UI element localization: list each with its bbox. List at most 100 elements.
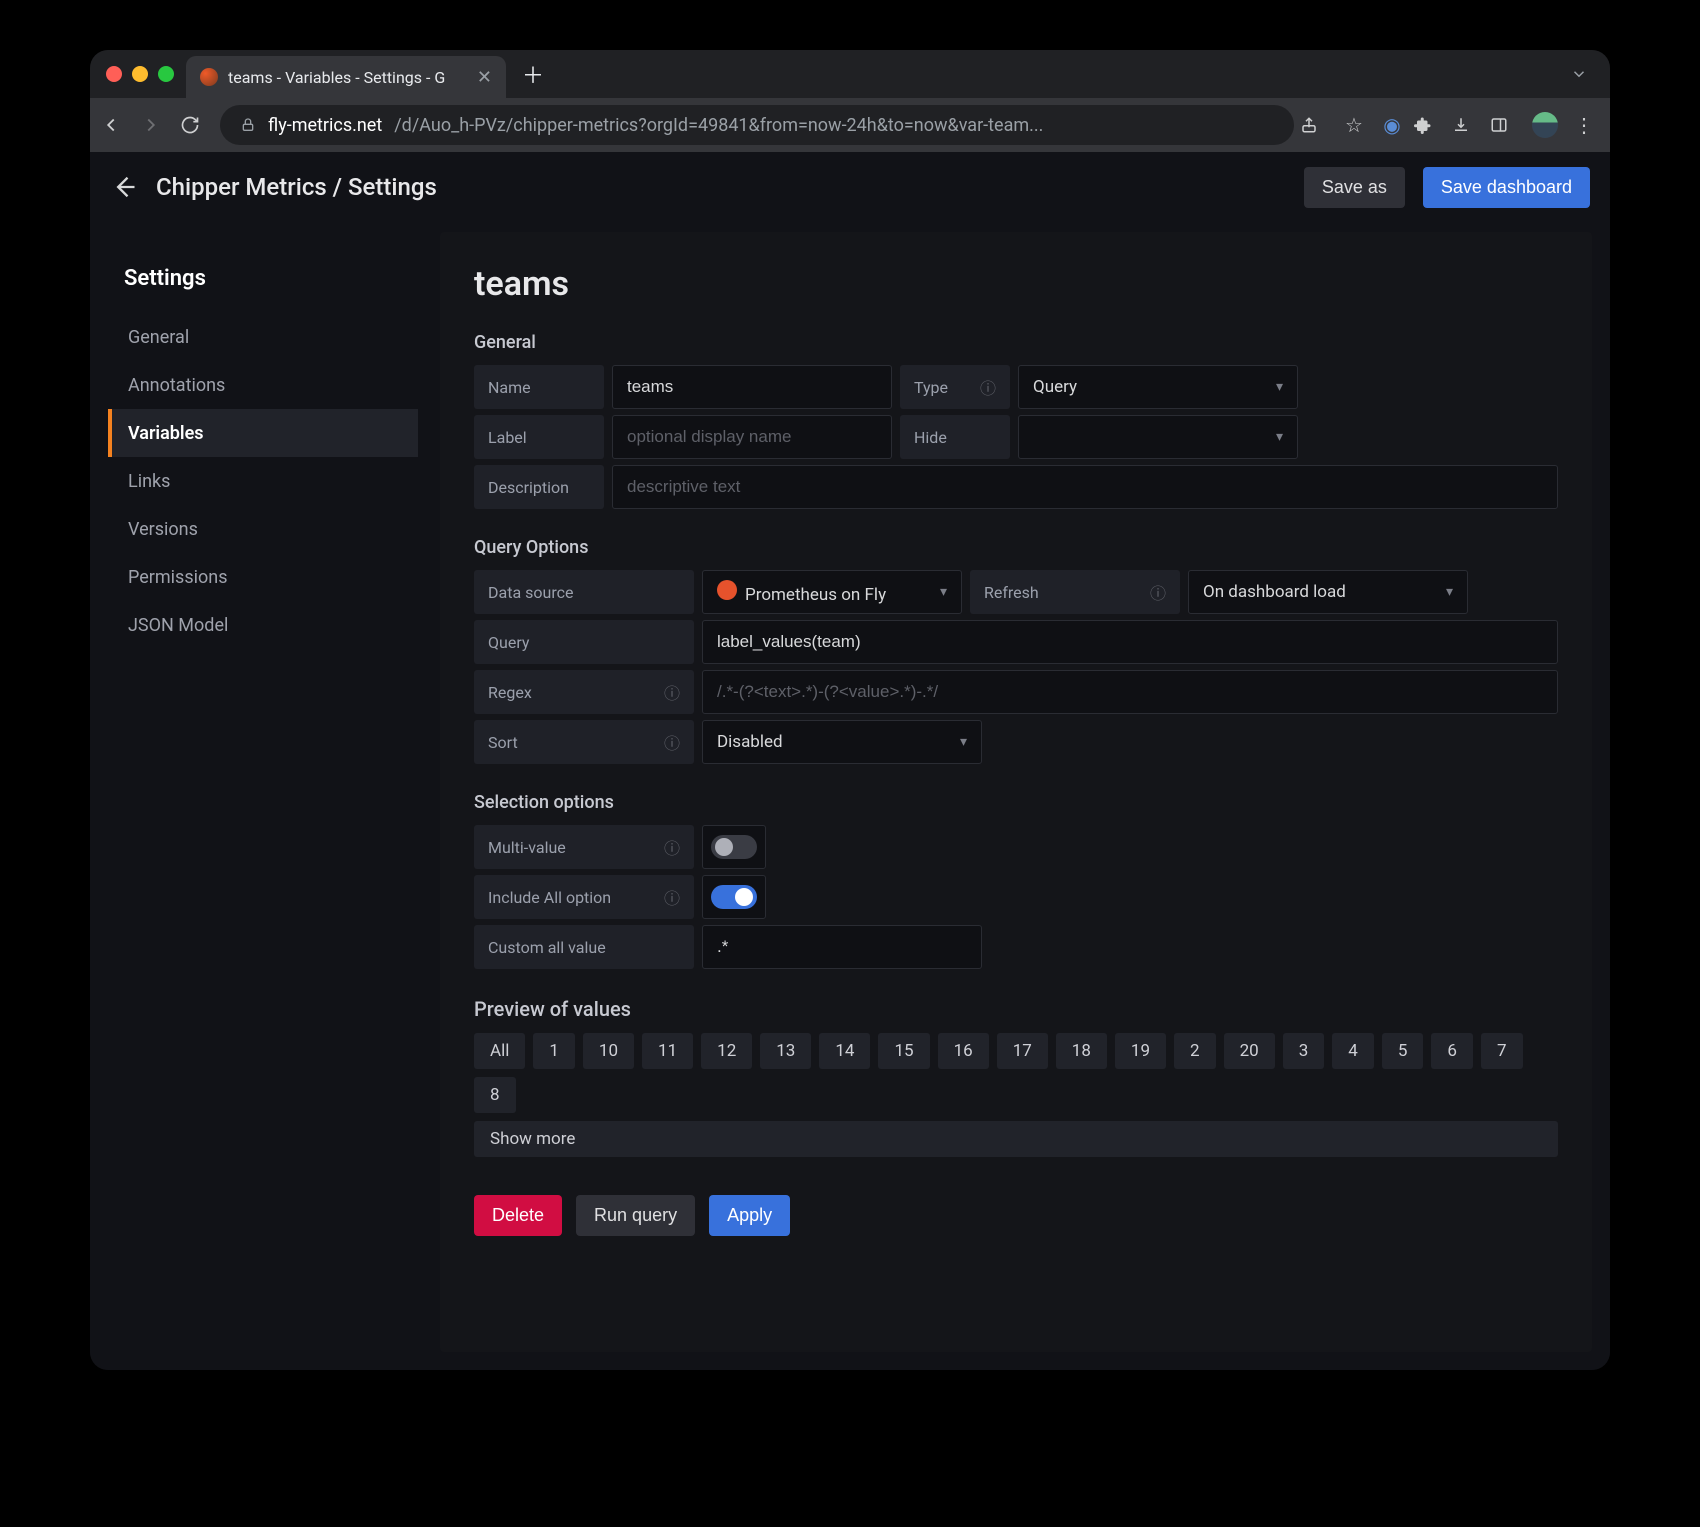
label-hide: Hide [900, 415, 1010, 459]
type-select[interactable]: Query▾ [1018, 365, 1298, 409]
url-domain: fly-metrics.net [268, 115, 382, 136]
url-path: /d/Auo_h-PVz/chipper-metrics?orgId=49841… [394, 115, 1043, 136]
preview-chip: 18 [1056, 1033, 1107, 1069]
minimize-window-button[interactable] [132, 66, 148, 82]
label-input[interactable] [612, 415, 892, 459]
label-description: Description [474, 465, 604, 509]
preview-chip: 5 [1382, 1033, 1424, 1069]
info-icon[interactable]: ⓘ [664, 730, 680, 754]
preview-chip: 13 [760, 1033, 811, 1069]
label-sort: Sort ⓘ [474, 720, 694, 764]
preview-chip: 20 [1224, 1033, 1275, 1069]
query-input[interactable] [702, 620, 1558, 664]
apply-button[interactable]: Apply [709, 1195, 790, 1236]
datasource-select[interactable]: Prometheus on Fly ▾ [702, 570, 962, 614]
breadcrumb: Chipper Metrics / Settings [156, 173, 437, 201]
tab-strip: teams - Variables - Settings - G ✕ ＋ [90, 50, 1610, 98]
back-button[interactable] [100, 114, 134, 136]
tabs-overflow-icon[interactable] [1556, 65, 1602, 83]
reload-button[interactable] [180, 115, 214, 135]
label-datasource: Data source [474, 570, 694, 614]
url-bar[interactable]: fly-metrics.net /d/Auo_h-PVz/chipper-met… [220, 105, 1294, 145]
preview-chip: 19 [1115, 1033, 1166, 1069]
sidebar-item-annotations[interactable]: Annotations [108, 361, 418, 409]
save-as-button[interactable]: Save as [1304, 167, 1405, 208]
panel-icon[interactable] [1490, 116, 1522, 134]
downloads-icon[interactable] [1452, 116, 1484, 134]
sidebar-item-links[interactable]: Links [108, 457, 418, 505]
preview-chip: 16 [938, 1033, 989, 1069]
sidebar-title: Settings [108, 266, 418, 291]
custom-all-input[interactable] [702, 925, 982, 969]
info-icon[interactable]: ⓘ [664, 680, 680, 704]
lock-icon [240, 117, 256, 133]
regex-input[interactable] [702, 670, 1558, 714]
refresh-select[interactable]: On dashboard load▾ [1188, 570, 1468, 614]
sidebar-item-variables[interactable]: Variables [108, 409, 418, 457]
info-icon[interactable]: ⓘ [980, 375, 996, 399]
preview-chip: 6 [1431, 1033, 1473, 1069]
preview-chip: 4 [1332, 1033, 1374, 1069]
label-type: Type ⓘ [900, 365, 1010, 409]
hide-select[interactable]: ▾ [1018, 415, 1298, 459]
share-icon[interactable] [1300, 116, 1332, 134]
section-selection-title: Selection options [474, 792, 1558, 813]
bookmark-icon[interactable]: ☆ [1338, 113, 1370, 137]
sidebar-item-permissions[interactable]: Permissions [108, 553, 418, 601]
menu-icon[interactable]: ⋮ [1568, 113, 1600, 137]
maximize-window-button[interactable] [158, 66, 174, 82]
profile-avatar[interactable] [1532, 112, 1558, 138]
extensions-icon[interactable] [1414, 116, 1446, 134]
forward-button[interactable] [140, 114, 174, 136]
app-content: Chipper Metrics / Settings Save as Save … [90, 152, 1610, 1370]
preview-chip: 12 [701, 1033, 752, 1069]
browser-toolbar: fly-metrics.net /d/Auo_h-PVz/chipper-met… [90, 98, 1610, 152]
name-input[interactable] [612, 365, 892, 409]
info-icon[interactable]: ⓘ [1150, 580, 1166, 604]
preview-chip: 7 [1481, 1033, 1523, 1069]
footer-actions: Delete Run query Apply [474, 1195, 1558, 1236]
close-window-button[interactable] [106, 66, 122, 82]
preview-chip: 8 [474, 1077, 516, 1113]
description-input[interactable] [612, 465, 1558, 509]
close-tab-icon[interactable]: ✕ [477, 67, 492, 88]
save-dashboard-button[interactable]: Save dashboard [1423, 167, 1590, 208]
preview-chip: 11 [642, 1033, 693, 1069]
preview-chip: 14 [819, 1033, 870, 1069]
include-all-toggle[interactable] [702, 875, 766, 919]
prometheus-icon [717, 580, 737, 600]
page-title: teams [474, 264, 1558, 304]
back-arrow-icon[interactable] [110, 173, 138, 201]
delete-button[interactable]: Delete [474, 1195, 562, 1236]
preview-chip: All [474, 1033, 525, 1069]
label-multi-value: Multi-value ⓘ [474, 825, 694, 869]
window-controls [98, 66, 186, 82]
sidebar-item-versions[interactable]: Versions [108, 505, 418, 553]
multi-value-toggle[interactable] [702, 825, 766, 869]
new-tab-button[interactable]: ＋ [506, 58, 560, 90]
extension-ublock-icon[interactable]: ◉ [1376, 113, 1408, 137]
preview-chip: 2 [1174, 1033, 1216, 1069]
sidebar-item-general[interactable]: General [108, 313, 418, 361]
show-more-button[interactable]: Show more [474, 1121, 1558, 1157]
sidebar-item-json-model[interactable]: JSON Model [108, 601, 418, 649]
run-query-button[interactable]: Run query [576, 1195, 695, 1236]
preview-chip: 15 [878, 1033, 929, 1069]
section-general-title: General [474, 332, 1558, 353]
preview-values: All110111213141516171819220345678 [474, 1033, 1558, 1113]
tab-favicon-icon [200, 68, 218, 86]
browser-tab[interactable]: teams - Variables - Settings - G ✕ [186, 56, 506, 98]
main-panel: teams General Name Type ⓘ Query▾ Label [440, 232, 1592, 1352]
page-header: Chipper Metrics / Settings Save as Save … [90, 152, 1610, 222]
info-icon[interactable]: ⓘ [664, 835, 680, 859]
settings-sidebar: Settings GeneralAnnotationsVariablesLink… [108, 232, 418, 1352]
label-label: Label [474, 415, 604, 459]
sort-select[interactable]: Disabled▾ [702, 720, 982, 764]
info-icon[interactable]: ⓘ [664, 885, 680, 909]
tab-title: teams - Variables - Settings - G [228, 68, 467, 87]
label-custom-all: Custom all value [474, 925, 694, 969]
preview-chip: 10 [583, 1033, 634, 1069]
preview-chip: 3 [1283, 1033, 1325, 1069]
label-query: Query [474, 620, 694, 664]
label-regex: Regex ⓘ [474, 670, 694, 714]
